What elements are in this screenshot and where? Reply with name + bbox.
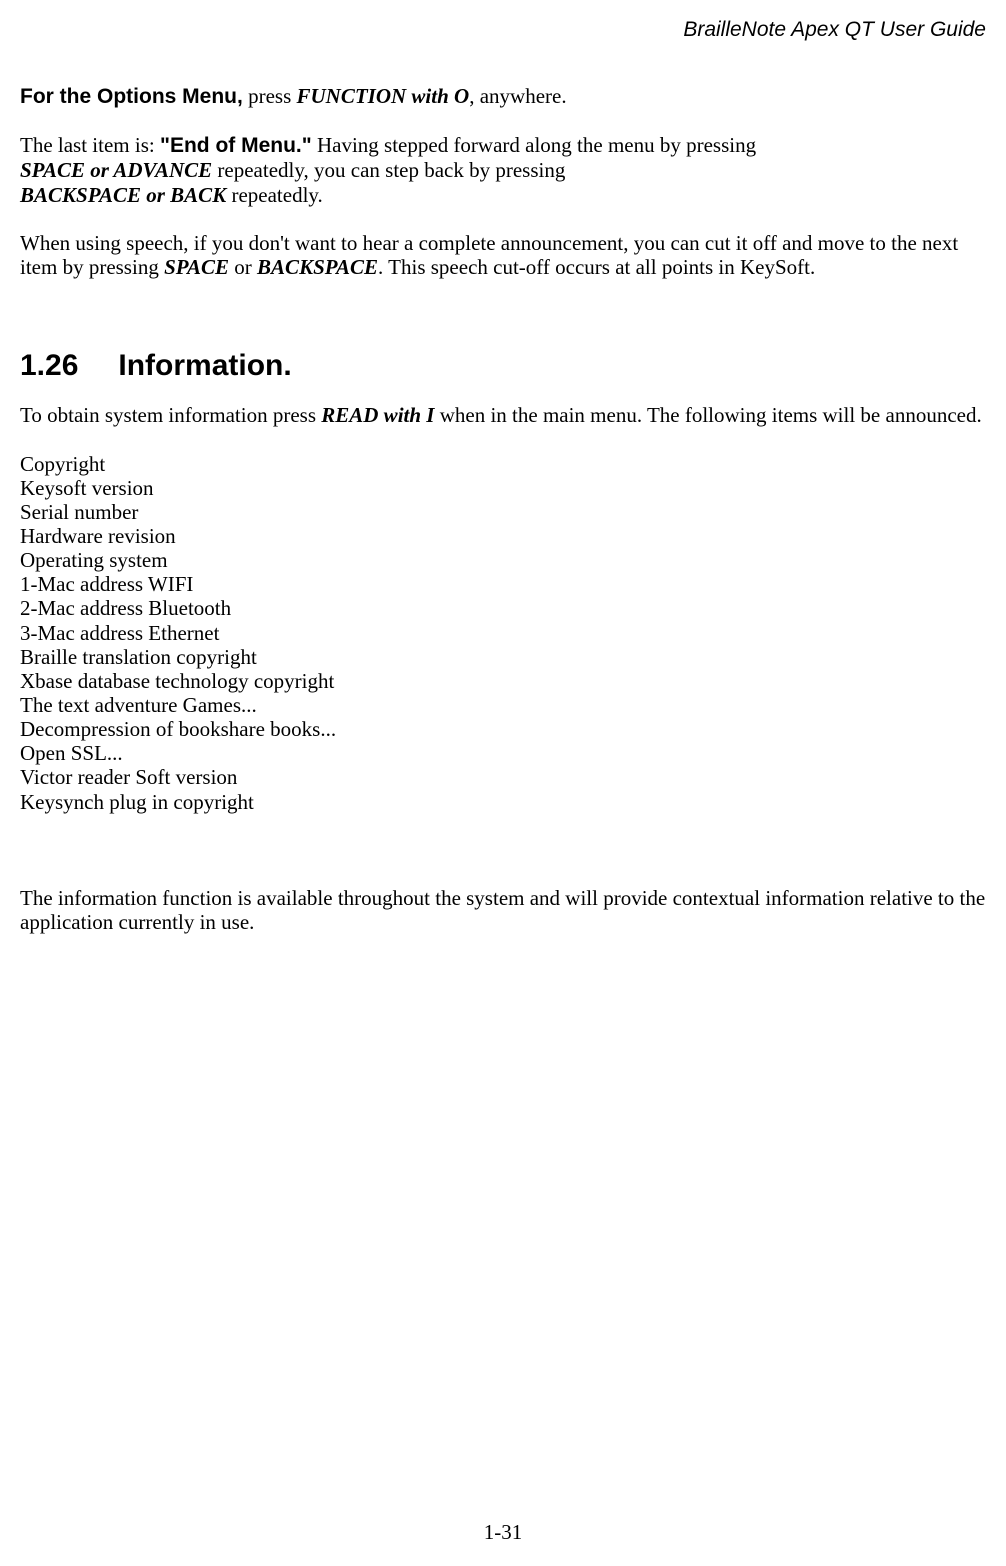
space-or-advance: SPACE or ADVANCE [20,158,212,182]
section-number: 1.26 [20,349,78,384]
list-item: Keysoft version [20,476,986,500]
section-title: Information. [118,349,291,382]
end-of-menu-label: "End of Menu." [160,134,312,157]
backspace-key: BACKSPACE [257,255,378,279]
spacer [20,838,986,886]
read-with-i: READ with I [321,403,434,427]
text: . This speech cut-off occurs at all poin… [378,255,815,279]
options-menu-label: For the Options Menu, [20,85,243,108]
function-with-o: FUNCTION with O [297,84,470,108]
information-intro-paragraph: To obtain system information press READ … [20,403,986,427]
text: when in the main menu. The following ite… [434,403,981,427]
list-item: The text adventure Games... [20,693,986,717]
text: The last item is: [20,133,160,157]
contextual-info-paragraph: The information function is available th… [20,886,986,934]
list-item: Operating system [20,548,986,572]
running-header: BrailleNote Apex QT User Guide [20,18,986,42]
list-item: Keysynch plug in copyright [20,790,986,814]
space-key: SPACE [164,255,229,279]
list-item: Victor reader Soft version [20,765,986,789]
list-item: 2-Mac address Bluetooth [20,596,986,620]
list-item: Decompression of bookshare books... [20,717,986,741]
text: or [229,255,257,279]
speech-cutoff-paragraph: When using speech, if you don't want to … [20,231,986,279]
text: Having stepped forward along the menu by… [312,133,756,157]
list-item: Xbase database technology copyright [20,669,986,693]
text: repeatedly, you can step back by pressin… [212,158,565,182]
end-of-menu-paragraph: The last item is: "End of Menu." Having … [20,133,986,206]
list-item: Copyright [20,452,986,476]
text: To obtain system information press [20,403,321,427]
running-title-text: BrailleNote Apex QT User Guide [683,18,986,41]
page-number: 1-31 [484,1520,523,1544]
page-footer: 1-31 [0,1520,1006,1544]
text: press [243,84,297,108]
options-menu-paragraph: For the Options Menu, press FUNCTION wit… [20,84,986,109]
text: repeatedly. [226,183,323,207]
list-item: Braille translation copyright [20,645,986,669]
list-item: 3-Mac address Ethernet [20,621,986,645]
list-item: Open SSL... [20,741,986,765]
section-heading: 1.26 Information. [20,349,986,384]
list-item: 1-Mac address WIFI [20,572,986,596]
list-item: Hardware revision [20,524,986,548]
list-item: Serial number [20,500,986,524]
information-items-list: Copyright Keysoft version Serial number … [20,452,986,814]
text: , anywhere. [469,84,566,108]
backspace-or-back: BACKSPACE or BACK [20,183,226,207]
text: The information function is available th… [20,886,985,934]
page: BrailleNote Apex QT User Guide For the O… [0,0,1006,1566]
